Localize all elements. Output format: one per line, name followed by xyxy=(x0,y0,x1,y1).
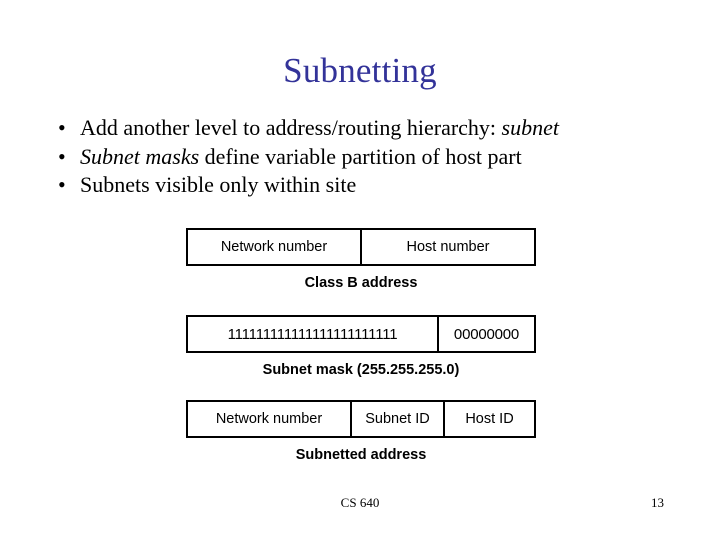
list-item-text-prefix: Add another level to address/routing hie… xyxy=(80,115,502,140)
address-field-bar: Network number Subnet ID Host ID xyxy=(186,400,536,438)
bullet-marker-icon: • xyxy=(58,172,66,197)
list-item-text: Subnet masks define variable partition o… xyxy=(80,144,522,169)
bullet-marker-icon: • xyxy=(58,115,66,140)
field-subnet-id: Subnet ID xyxy=(350,402,443,436)
field-network-number: Network number xyxy=(215,411,323,427)
list-item: • Subnet masks define variable partition… xyxy=(42,143,682,172)
list-item-text-emphasis: Subnet masks xyxy=(80,143,200,169)
bullet-list: • Add another level to address/routing h… xyxy=(42,114,682,200)
slide: Subnetting • Add another level to addres… xyxy=(0,0,720,540)
bullet-marker-icon: • xyxy=(58,143,66,169)
list-item-text-prefix: Subnets visible only within site xyxy=(80,172,357,197)
list-item-text: Add another level to address/routing hie… xyxy=(80,115,559,140)
list-item-text-suffix: define variable partition of host part xyxy=(199,143,522,169)
list-item: • Add another level to address/routing h… xyxy=(42,114,682,143)
field-host-number: Host number xyxy=(360,230,534,264)
address-field-bar: 111111111111111111111111 00000000 xyxy=(186,315,536,353)
list-item-text-emphasis: subnet xyxy=(501,115,559,140)
field-host-id: Host ID xyxy=(443,402,534,436)
diagram-subnet-mask: 111111111111111111111111 00000000 Subnet… xyxy=(186,315,536,378)
list-item: • Subnets visible only within site xyxy=(42,171,682,200)
field-mask-ones: 111111111111111111111111 xyxy=(227,325,398,343)
footer-course-label: CS 640 xyxy=(340,495,380,510)
page-title: Subnetting xyxy=(283,51,437,90)
diagram-caption: Subnetted address xyxy=(295,447,427,463)
footer-page-number: 13 xyxy=(651,495,664,510)
diagram-caption: Subnet mask (255.255.255.0) xyxy=(262,362,460,378)
field-network-number: Network number xyxy=(220,239,328,255)
field-mask-zeros: 00000000 xyxy=(437,317,534,351)
diagram-class-b-address: Network number Host number Class B addre… xyxy=(186,228,536,291)
diagram-subnetted-address: Network number Subnet ID Host ID Subnett… xyxy=(186,400,536,463)
list-item-text: Subnets visible only within site xyxy=(80,172,356,197)
address-field-bar: Network number Host number xyxy=(186,228,536,266)
diagram-caption: Class B address xyxy=(304,275,418,291)
